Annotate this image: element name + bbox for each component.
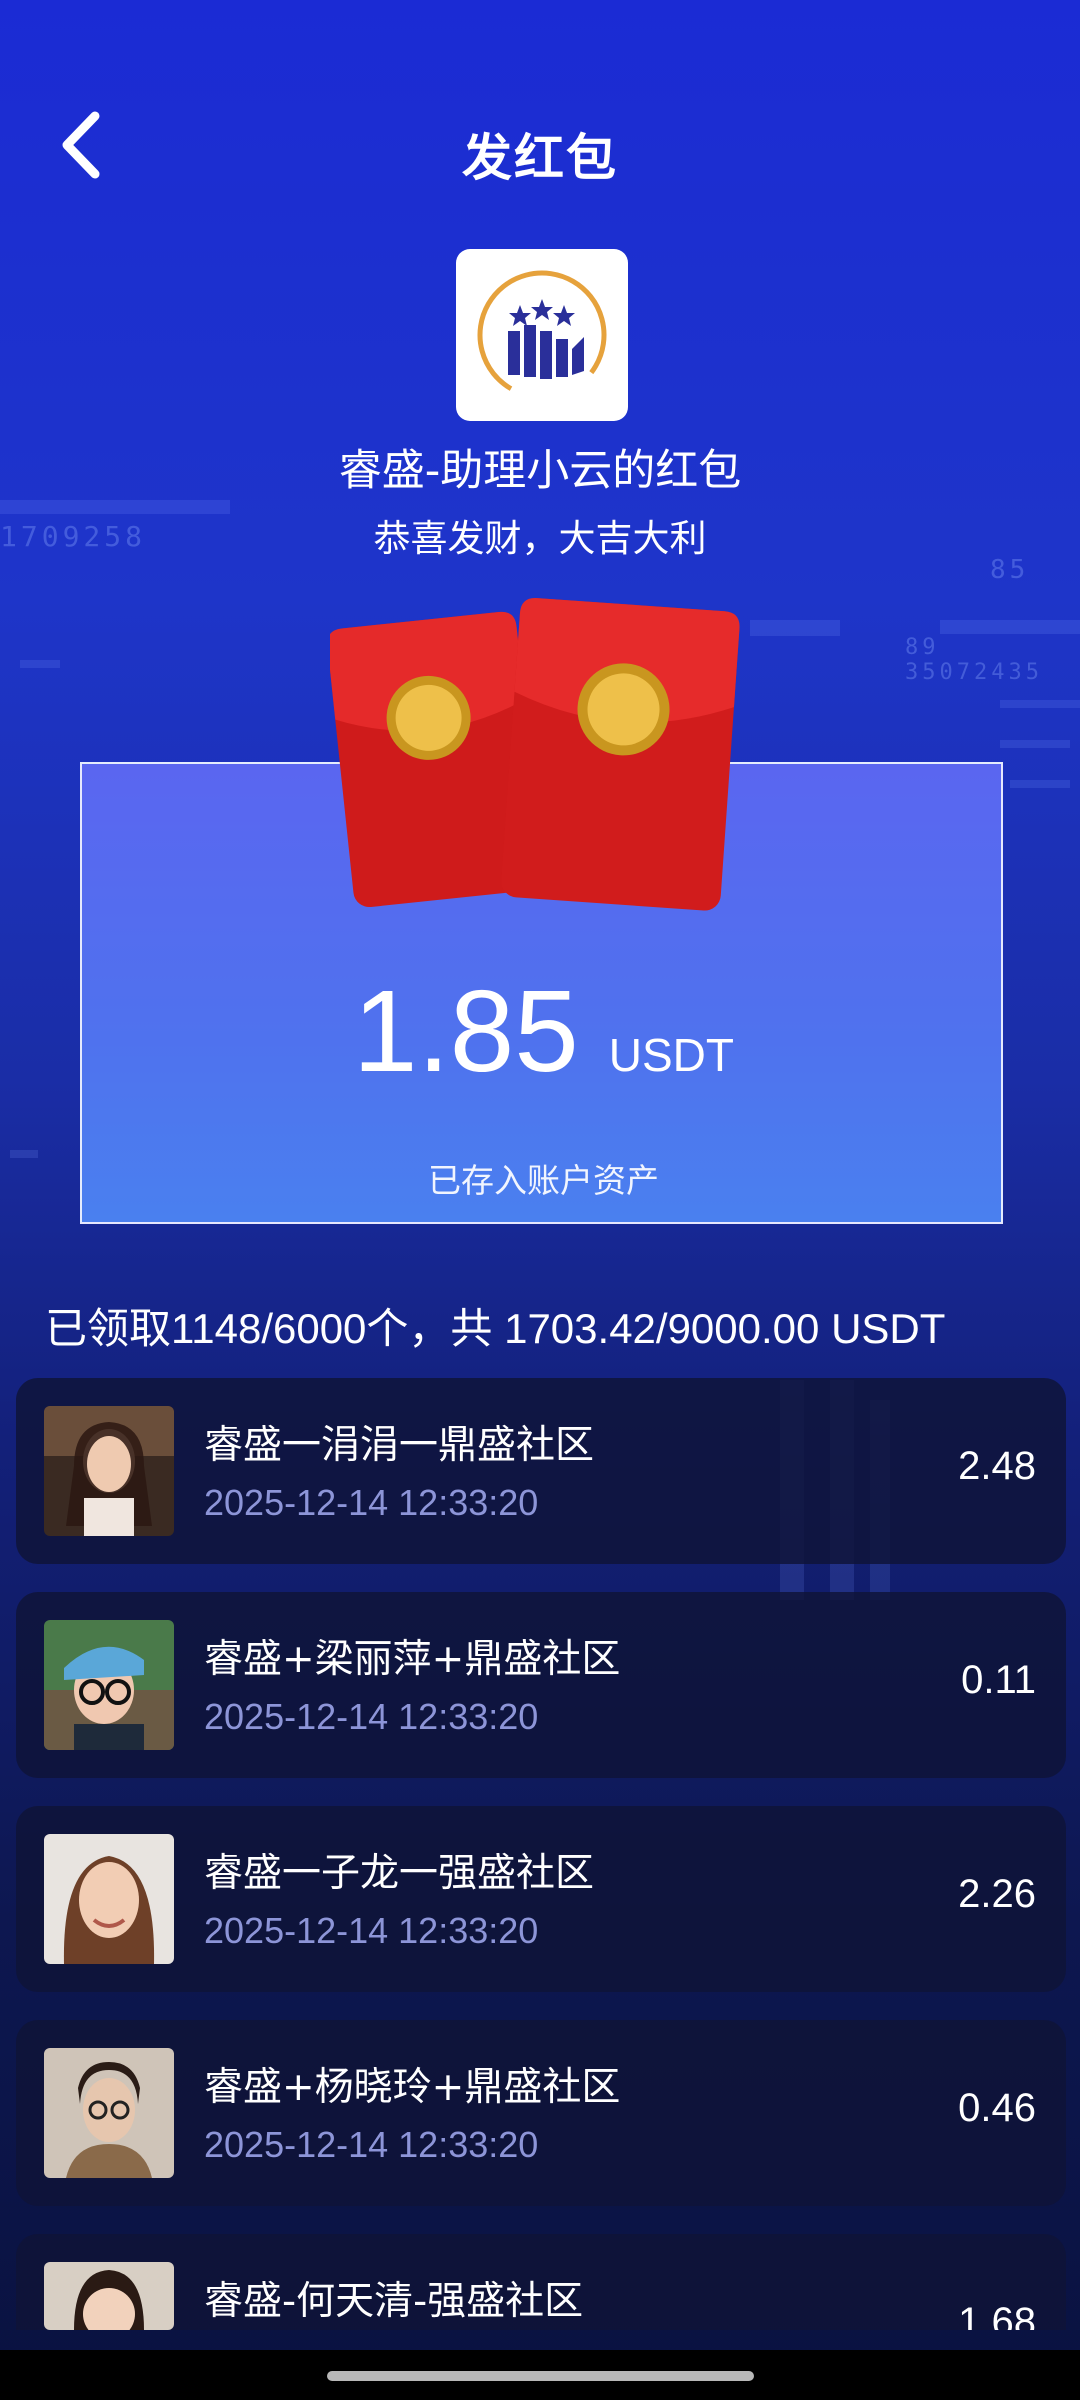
record-amount: 0.11 — [961, 1658, 1036, 1702]
record-time: 2025-12-14 12:33:20 — [204, 1482, 539, 1523]
record-name: 睿盛+梁丽萍+鼎盛社区 — [204, 1637, 621, 1682]
record-amount: 2.26 — [958, 1872, 1036, 1916]
avatar — [44, 1620, 174, 1750]
record-time: 2025-12-14 12:33:20 — [204, 1696, 539, 1737]
avatar — [44, 1406, 174, 1536]
list-item[interactable]: 睿盛+杨晓玲+鼎盛社区 2025-12-14 12:33:20 0.46 — [16, 2020, 1066, 2206]
home-indicator[interactable] — [327, 2371, 754, 2381]
amount-unit: USDT — [608, 1029, 734, 1081]
record-time: 2025-12-14 12:33:20 — [204, 1910, 539, 1951]
record-amount: 2.48 — [958, 1444, 1036, 1488]
list-item[interactable]: 睿盛一涓涓一鼎盛社区 2025-12-14 12:33:20 2.48 — [16, 1378, 1066, 1564]
red-envelope-illustration — [327, 590, 760, 940]
company-logo-icon — [477, 270, 607, 400]
avatar — [44, 2048, 174, 2178]
record-time: 2025-12-14 12:33:20 — [204, 2124, 539, 2165]
background-digits: 89 35072435 — [905, 635, 1043, 685]
amount-row: 1.85 USDT — [82, 964, 1005, 1098]
record-name: 睿盛+杨晓玲+鼎盛社区 — [204, 2065, 621, 2110]
record-name: 睿盛一涓涓一鼎盛社区 — [204, 1423, 595, 1468]
avatar — [44, 1834, 174, 1964]
blessing-text: 恭喜发财，大吉大利 — [373, 517, 707, 560]
sender-logo — [456, 249, 628, 421]
record-amount: 1.68 — [958, 2300, 1036, 2330]
claim-summary: 已领取1148/6000个，共 1703.42/9000.00 USDT — [45, 1305, 946, 1352]
list-item[interactable]: 睿盛一子龙一强盛社区 2025-12-14 12:33:20 2.26 — [16, 1806, 1066, 1992]
list-item[interactable]: 睿盛-何天清-强盛社区 1.68 — [16, 2234, 1066, 2330]
page-title: 发红包 — [462, 129, 618, 187]
red-envelope-icon — [327, 598, 740, 911]
list-item[interactable]: 睿盛+梁丽萍+鼎盛社区 2025-12-14 12:33:20 0.11 — [16, 1592, 1066, 1778]
amount-note: 已存入账户资产 — [428, 1161, 659, 1200]
sender-name: 睿盛-助理小云的红包 — [338, 446, 742, 496]
amount-value: 1.85 — [352, 966, 579, 1096]
avatar — [44, 2262, 174, 2330]
record-name: 睿盛-何天清-强盛社区 — [204, 2279, 584, 2324]
record-amount: 0.46 — [958, 2086, 1036, 2130]
record-name: 睿盛一子龙一强盛社区 — [204, 1851, 595, 1896]
